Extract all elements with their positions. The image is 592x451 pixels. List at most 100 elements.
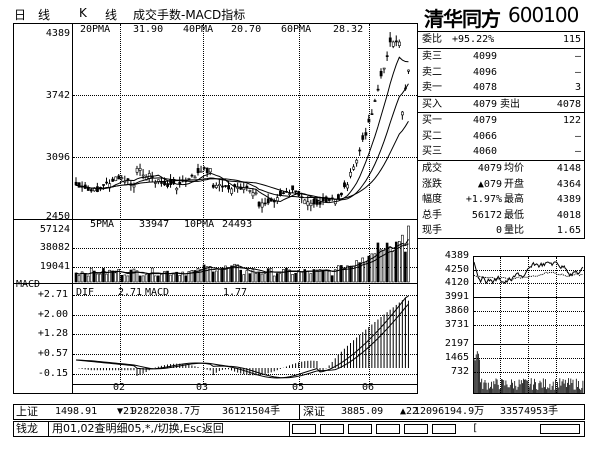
buy-sell-price-row: 买入 4079 卖出 4078 — [418, 97, 584, 112]
sell-level-row: 卖三 4099 — — [418, 49, 584, 64]
sz-index-label: 深证 — [303, 405, 325, 418]
volume-bar — [346, 265, 349, 283]
volume-bar — [169, 274, 172, 283]
candle-body — [160, 182, 163, 184]
volume-bar — [279, 273, 282, 283]
command-cell[interactable] — [404, 424, 428, 434]
mode-button[interactable]: 钱龙 — [16, 423, 38, 434]
intraday-price-label: 4250 — [444, 264, 469, 275]
candle-body — [275, 197, 279, 202]
stat-label: 均价 — [504, 163, 524, 174]
stat-value: 4389 — [556, 194, 581, 205]
candle-body — [349, 171, 353, 177]
volume-bar — [126, 275, 130, 283]
command-cell[interactable] — [540, 424, 580, 434]
stat-row: 涨跌 ▲079 开盘 4364 — [418, 177, 584, 192]
candle-body — [205, 167, 209, 174]
candle-body — [294, 190, 298, 193]
volume-bar — [86, 275, 90, 283]
volume-bar — [242, 274, 246, 283]
volume-bar — [178, 274, 181, 283]
candle-body — [309, 202, 313, 207]
volume-bar — [263, 273, 267, 283]
candle-body — [248, 190, 252, 192]
intraday-volume-label: 2197 — [444, 338, 469, 349]
buy-in-value: 4079 — [473, 99, 498, 110]
candle-body — [291, 185, 295, 191]
candle-body — [318, 202, 322, 205]
candle-body — [312, 198, 316, 205]
volume-bar — [123, 274, 127, 283]
sh-amount2: 2038.7万 — [154, 406, 201, 417]
candle-body — [364, 132, 368, 136]
candle-body — [154, 182, 157, 184]
sell-level-volume: — — [574, 51, 581, 62]
volume-bar — [218, 269, 221, 283]
volume-bar — [132, 268, 136, 283]
candle-body — [358, 149, 362, 152]
candle-body — [260, 202, 264, 208]
command-cell[interactable] — [376, 424, 400, 434]
intraday-volume-label: 1465 — [444, 352, 469, 363]
sh-index-value: 1498.91 — [55, 406, 98, 417]
volume-bar — [205, 266, 209, 283]
candle-body — [187, 178, 191, 180]
command-separator — [289, 422, 290, 436]
candle-body — [376, 88, 380, 91]
wei-bi-label: 委比 — [422, 34, 442, 45]
volume-bar — [160, 273, 163, 283]
candle-body — [251, 192, 255, 197]
volume-bar — [324, 270, 328, 283]
intraday-volume-label: 732 — [450, 366, 469, 377]
wei-bi-value: +95.22% — [452, 34, 495, 45]
volume-bar — [309, 273, 313, 283]
volume-bar — [379, 249, 383, 283]
buy-level-label: 买二 — [422, 130, 442, 142]
candle-body — [257, 201, 261, 207]
volume-bar — [120, 274, 124, 283]
candle-body — [120, 177, 124, 179]
volume-bar — [150, 267, 154, 283]
volume-bar — [196, 268, 200, 283]
command-cell[interactable] — [320, 424, 344, 434]
sz-volume: 33574953手 — [500, 406, 559, 417]
volume-bar — [300, 271, 304, 283]
buy-level-price: 4066 — [473, 130, 498, 142]
volume-bar — [208, 266, 212, 283]
sell-out-value: 4078 — [556, 99, 581, 110]
intraday-gridline — [474, 325, 584, 326]
volume-bar — [172, 273, 175, 283]
command-separator — [48, 422, 49, 436]
sell-level-row: 卖二 4096 — — [418, 65, 584, 80]
stat-label: 涨跌 — [422, 178, 442, 190]
dea-line — [75, 303, 409, 379]
candle-body — [303, 199, 307, 205]
candle-body — [306, 201, 310, 206]
candle-body — [114, 176, 118, 181]
volume-bar — [340, 265, 343, 283]
sh-amount: 9282 — [131, 406, 156, 417]
stat-label: 现手 — [422, 225, 442, 236]
buy-level-row: 买二 4066 — — [418, 129, 584, 144]
candle-body — [208, 168, 212, 173]
volume-bar — [254, 272, 258, 283]
sell-level-volume: — — [574, 66, 581, 78]
sz-amount2: 194.9万 — [444, 406, 485, 417]
intraday-gridline — [474, 358, 584, 359]
candle-body — [355, 159, 359, 164]
intraday-vgrid — [528, 257, 529, 393]
command-cell[interactable] — [348, 424, 372, 434]
candle-body — [385, 55, 389, 57]
command-cell[interactable] — [292, 424, 316, 434]
volume-bar — [89, 267, 93, 283]
candle-body — [266, 198, 270, 204]
volume-bar — [407, 225, 410, 283]
stat-value: 0 — [495, 225, 502, 236]
volume-bar — [291, 274, 294, 283]
buy-level-price: 4079 — [473, 115, 498, 126]
command-cell[interactable] — [432, 424, 456, 434]
candle-body — [343, 182, 346, 188]
candle-body — [391, 41, 395, 47]
volume-bar — [74, 272, 78, 283]
volume-bar — [401, 234, 404, 283]
